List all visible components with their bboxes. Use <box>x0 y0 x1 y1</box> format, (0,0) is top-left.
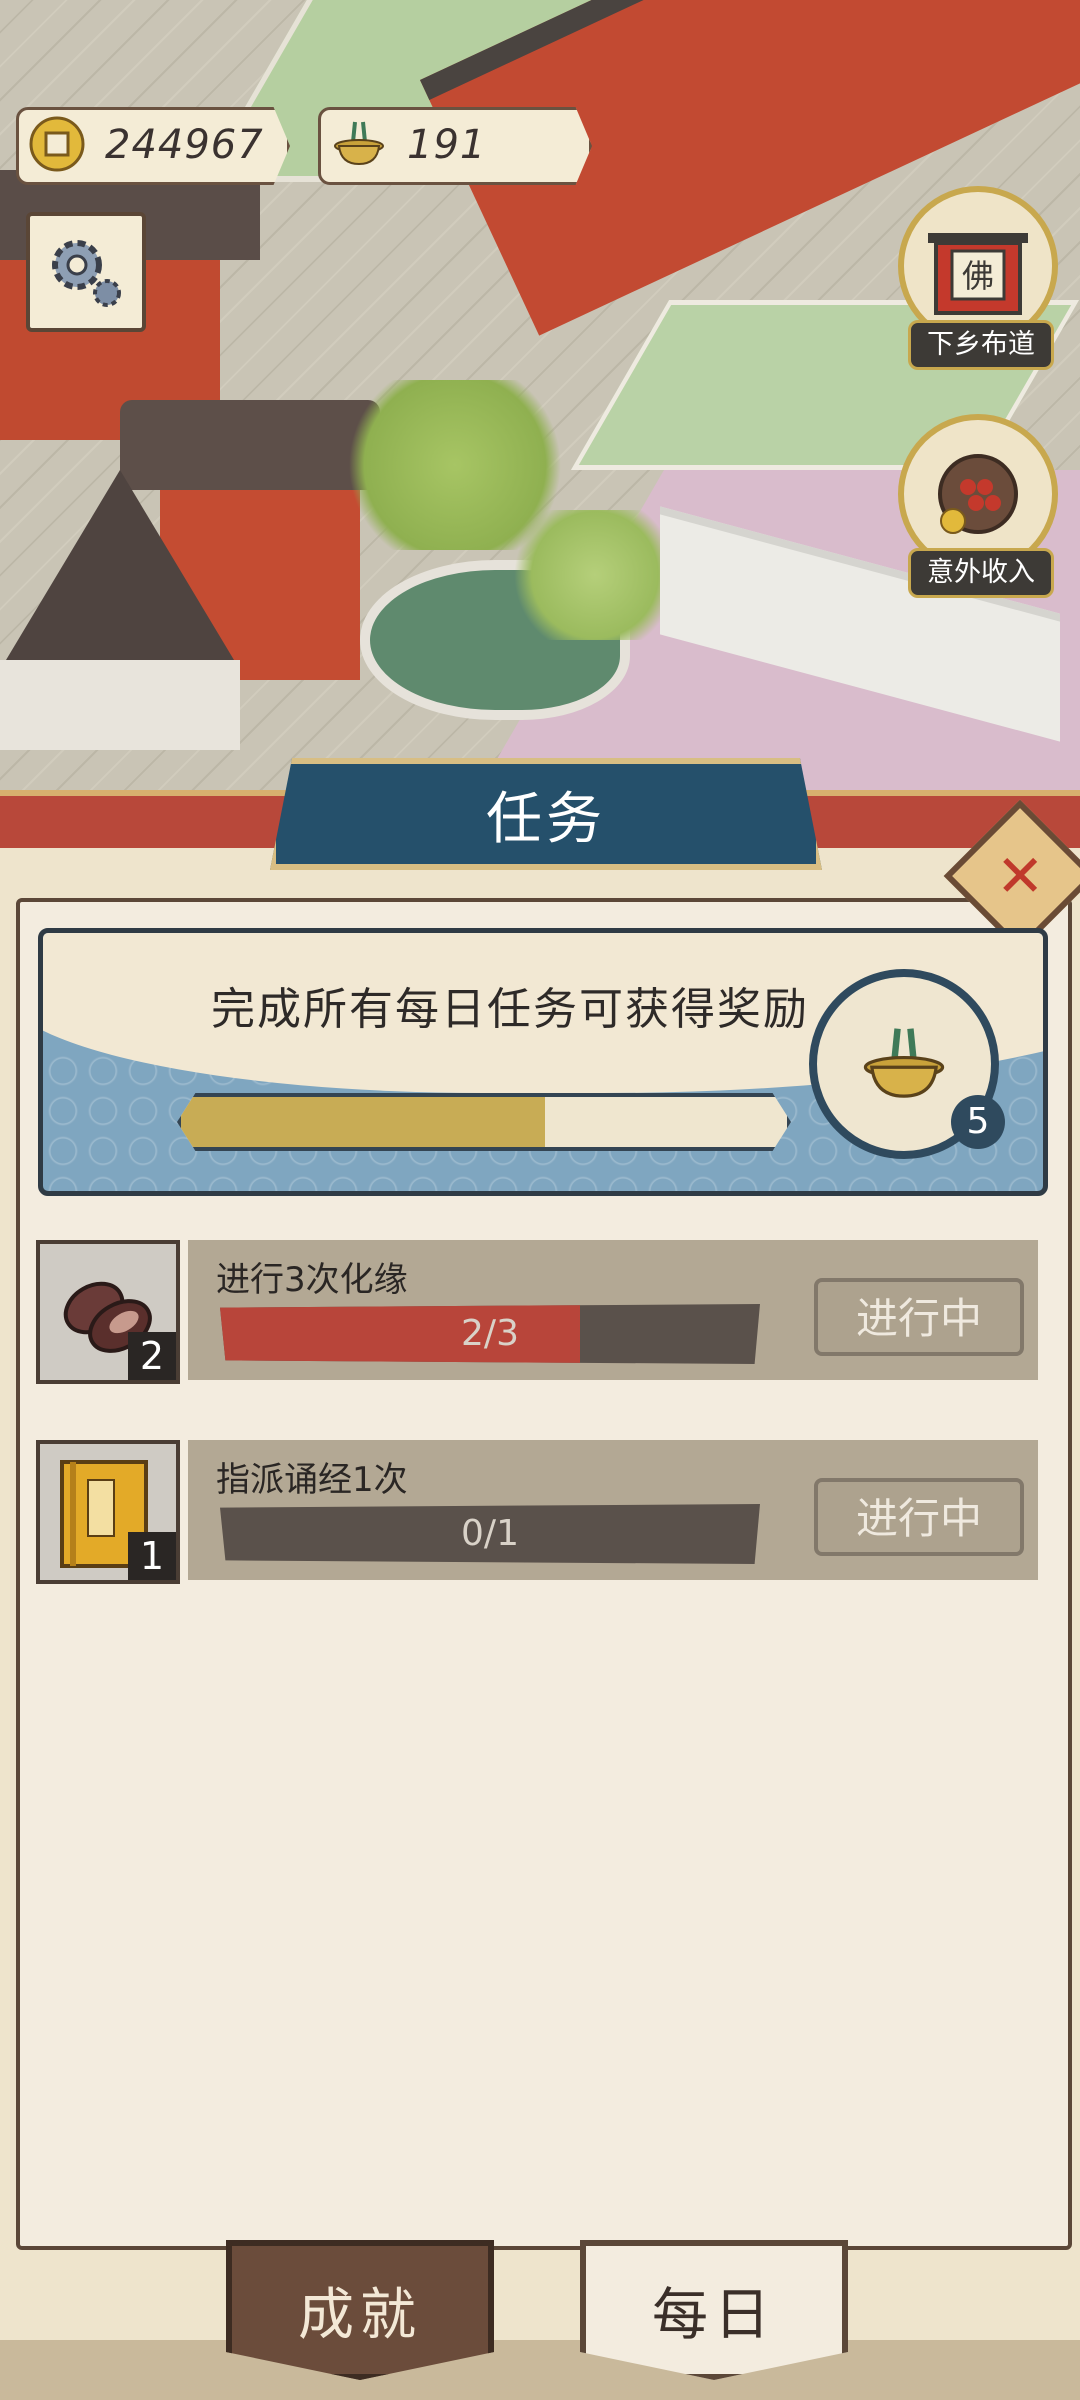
daily-progress-bar <box>177 1093 791 1151</box>
task-name: 指派诵经1次 <box>216 1460 408 1500</box>
panel-title-banner: 任务 <box>270 758 822 870</box>
preach-button[interactable]: 佛 下乡布道 <box>898 186 1058 376</box>
task-thumbnail: 2 <box>36 1240 180 1384</box>
coin-counter[interactable]: 244967 <box>16 107 290 185</box>
extra-income-button[interactable]: 意外收入 <box>898 414 1058 604</box>
svg-text:佛: 佛 <box>962 257 994 295</box>
task-progress-text: 2/3 <box>461 1313 519 1354</box>
task-reward-count: 2 <box>128 1332 176 1380</box>
task-name: 进行3次化缘 <box>216 1260 408 1300</box>
task-status-button[interactable]: 进行中 <box>814 1278 1024 1356</box>
daily-progress-fill <box>181 1097 545 1147</box>
task-row: 1 指派诵经1次 0/1 进行中 <box>36 1440 1044 1590</box>
reward-count-badge: 5 <box>951 1095 1005 1149</box>
tab-daily[interactable]: 每日 <box>580 2240 848 2380</box>
tab-achievements[interactable]: 成就 <box>226 2240 494 2380</box>
task-progress-bar: 0/1 <box>220 1504 760 1564</box>
task-row: 2 进行3次化缘 2/3 进行中 <box>36 1240 1044 1390</box>
tab-achievements-label: 成就 <box>298 2282 422 2348</box>
income-label: 意外收入 <box>908 548 1054 598</box>
task-status-button[interactable]: 进行中 <box>814 1478 1024 1556</box>
reward-description: 完成所有每日任务可获得奖励 <box>211 984 809 1035</box>
task-progress-text: 0/1 <box>461 1513 519 1554</box>
pavilion-base <box>0 660 240 750</box>
daily-reward-banner: 完成所有每日任务可获得奖励 5 <box>38 928 1048 1196</box>
settings-button[interactable] <box>26 212 146 332</box>
incense-amount: 191 <box>407 122 487 168</box>
panel-title: 任务 <box>486 786 606 852</box>
incense-burner-icon <box>334 121 384 166</box>
close-x-icon: ✕ <box>995 841 1045 910</box>
tab-daily-label: 每日 <box>652 2282 776 2348</box>
incense-burner-icon <box>863 1028 945 1098</box>
gear-icon <box>52 240 121 307</box>
coin-tray-icon <box>938 454 1018 534</box>
task-progress-bar: 2/3 <box>220 1304 760 1364</box>
temple-plaque-icon: 佛 <box>928 233 1028 315</box>
incense-counter[interactable]: 191 <box>318 107 592 185</box>
bottom-strip <box>0 2340 1080 2400</box>
coin-amount: 244967 <box>105 122 264 168</box>
coin-icon <box>29 116 85 172</box>
preach-label: 下乡布道 <box>908 320 1054 370</box>
task-thumbnail: 1 <box>36 1440 180 1584</box>
task-reward-count: 1 <box>128 1532 176 1580</box>
